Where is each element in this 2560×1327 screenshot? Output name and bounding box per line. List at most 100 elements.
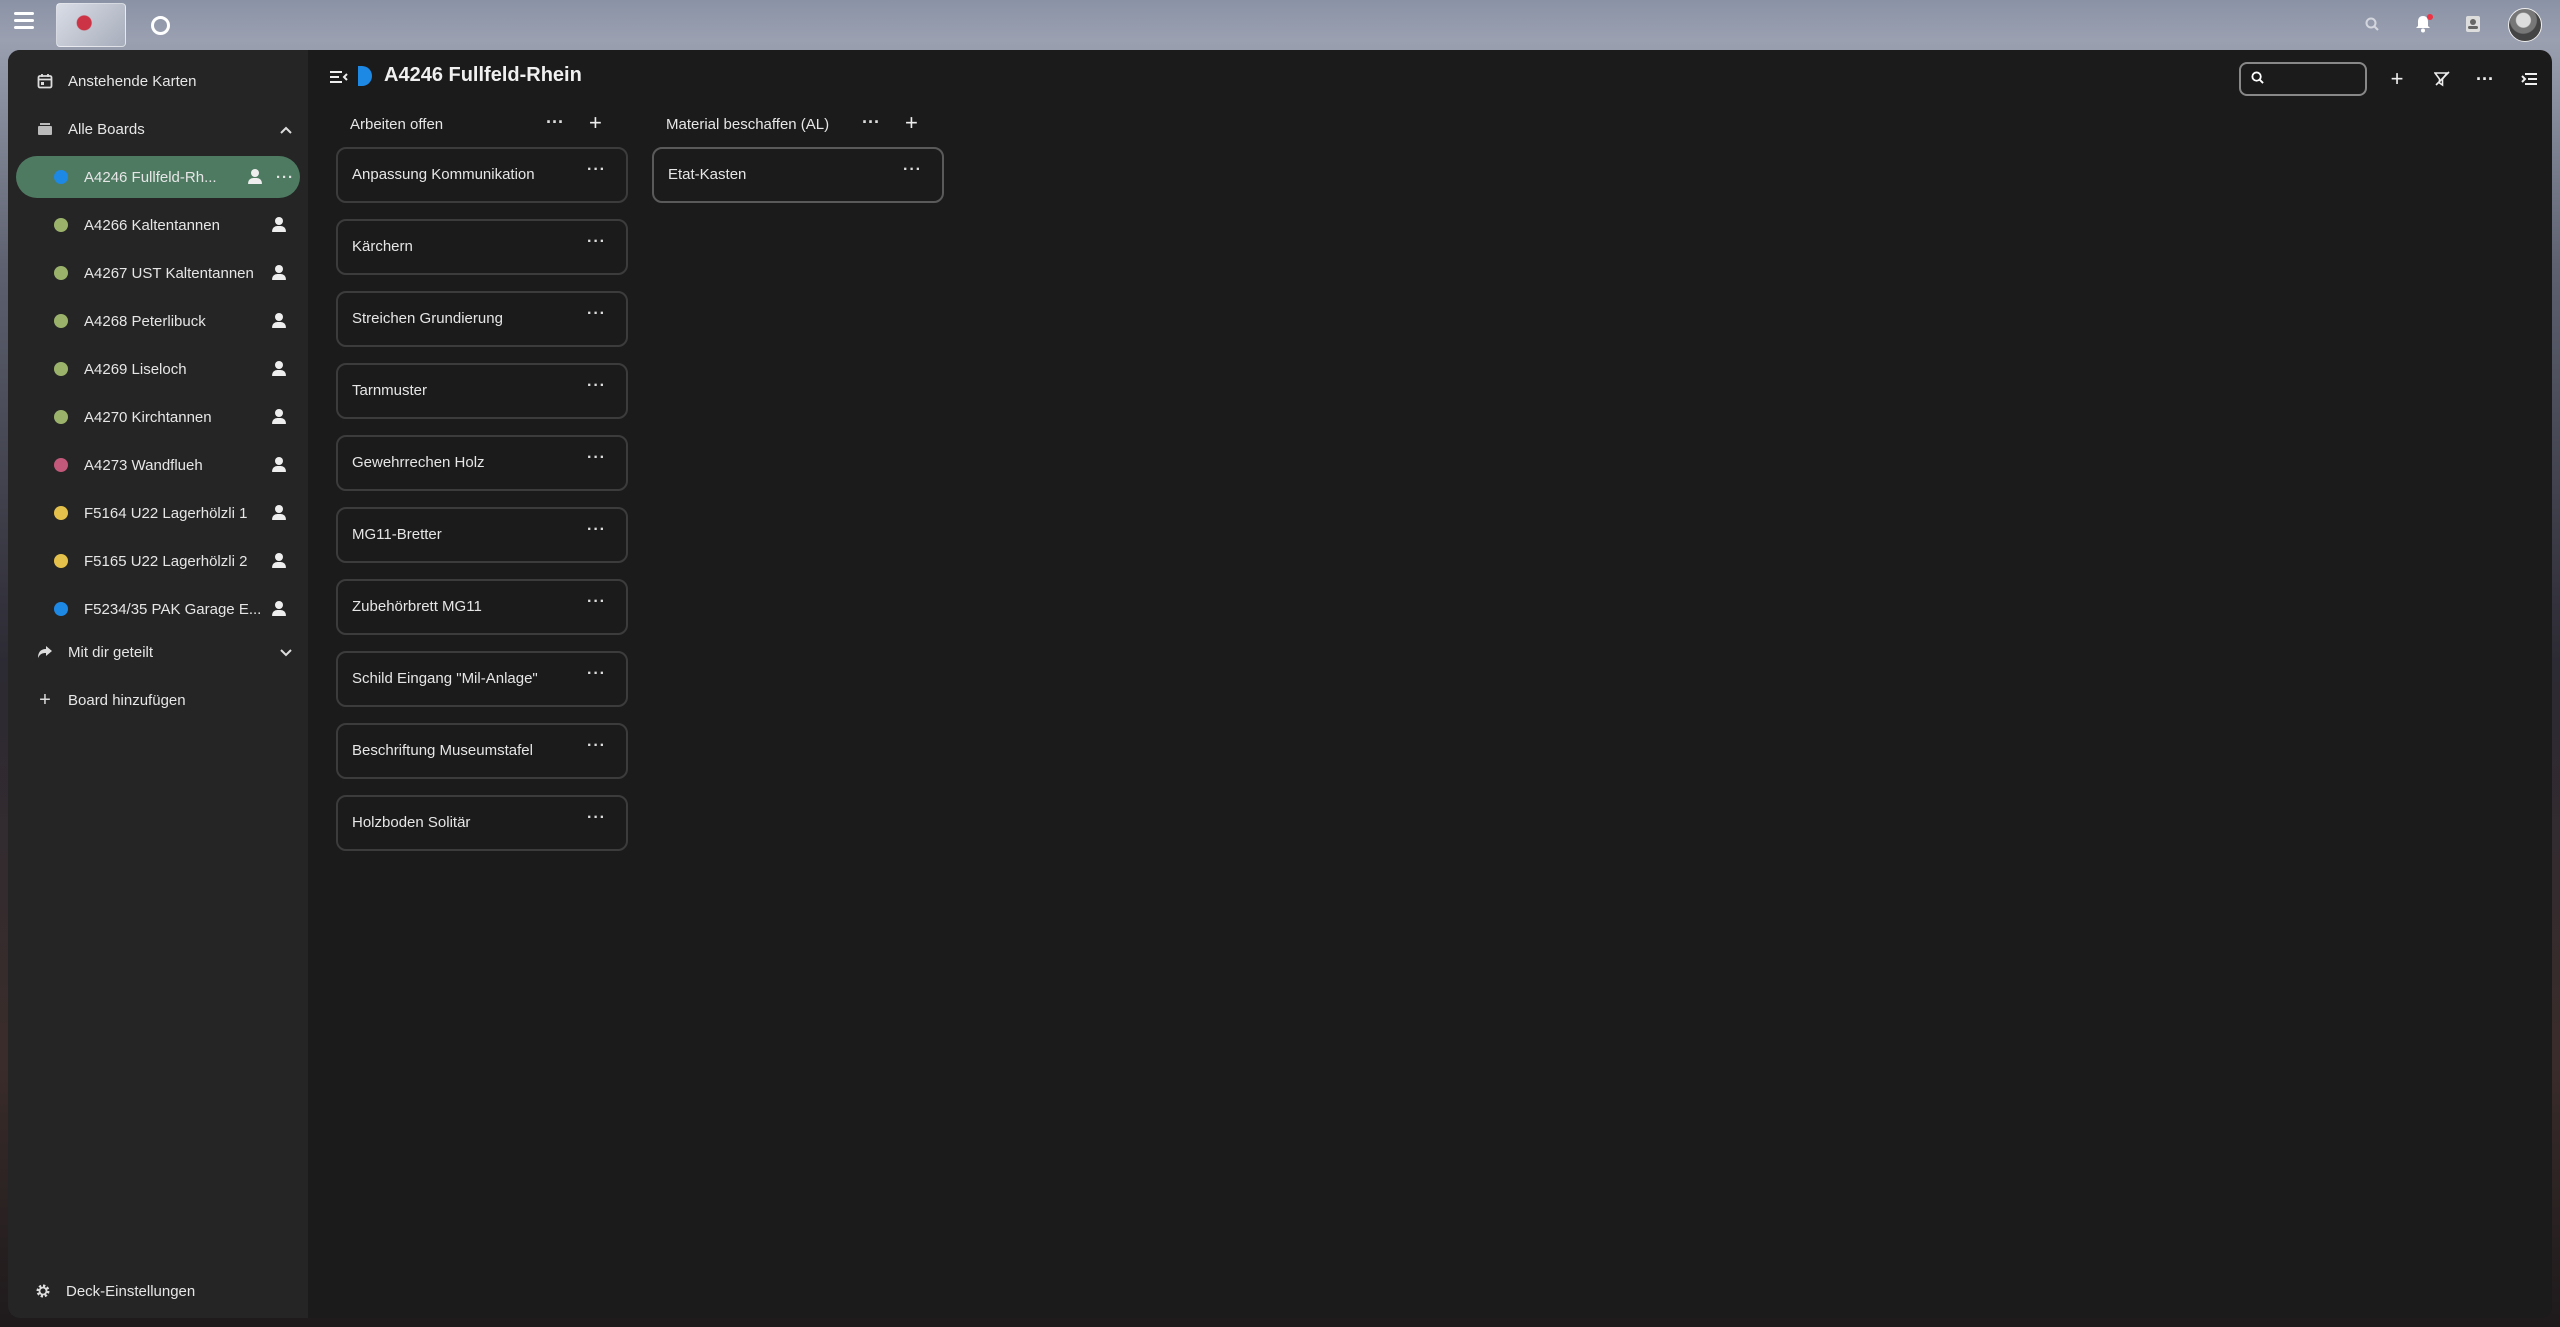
board-color-dot (54, 218, 68, 232)
card[interactable]: Kärchern ··· (336, 219, 628, 275)
shared-user-icon[interactable] (264, 217, 294, 233)
card[interactable]: Beschriftung Museumstafel ··· (336, 723, 628, 779)
sidebar-item-label: Anstehende Karten (68, 72, 197, 90)
card-title: Anpassung Kommunikation (352, 166, 535, 183)
card[interactable]: Anpassung Kommunikation ··· (336, 147, 628, 203)
card-more-icon[interactable]: ··· (587, 737, 606, 755)
chevron-down-icon[interactable] (272, 644, 300, 660)
sidebar-board-item[interactable]: A4266 Kaltentannen (16, 204, 300, 246)
board-color-dot (54, 506, 68, 520)
board-more-icon[interactable]: ··· (270, 169, 300, 186)
board-label: A4270 Kirchtannen (84, 408, 212, 426)
sidebar: Anstehende Karten Alle Boards A4246 Full… (8, 50, 308, 1318)
sidebar-board-item[interactable]: A4246 Fullfeld-Rh... ··· (16, 156, 300, 198)
top-header (0, 0, 2560, 50)
sidebar-board-item[interactable]: F5164 U22 Lagerhölzli 1 (16, 492, 300, 534)
card-more-icon[interactable]: ··· (587, 305, 606, 323)
board-color-dot (54, 362, 68, 376)
board-label: F5164 U22 Lagerhölzli 1 (84, 504, 248, 522)
board-label: F5165 U22 Lagerhölzli 2 (84, 552, 248, 570)
filter-icon[interactable] (2427, 64, 2457, 94)
board-label: A4266 Kaltentannen (84, 216, 220, 234)
stack-more-icon[interactable]: ··· (546, 112, 564, 133)
stack-title[interactable]: Material beschaffen (AL) (666, 116, 829, 133)
add-card-button[interactable]: + (589, 110, 602, 136)
sidebar-toggle-icon[interactable] (330, 70, 348, 86)
deck-settings-button[interactable]: Deck-Einstellungen (16, 1270, 300, 1312)
chevron-up-icon[interactable] (272, 121, 300, 137)
card-more-icon[interactable]: ··· (587, 233, 606, 251)
sidebar-board-item[interactable]: F5165 U22 Lagerhölzli 2 (16, 540, 300, 582)
card-more-icon[interactable]: ··· (903, 161, 922, 179)
sidebar-board-item[interactable]: A4270 Kirchtannen (16, 396, 300, 438)
card-title: Schild Eingang "Mil-Anlage" (352, 670, 538, 687)
shared-user-icon[interactable] (264, 265, 294, 281)
page-title: A4246 Fullfeld-Rhein (384, 64, 582, 86)
avatar[interactable] (2508, 8, 2542, 42)
card-more-icon[interactable]: ··· (587, 449, 606, 467)
card-title: Kärchern (352, 238, 413, 255)
add-board-button[interactable]: + Board hinzufügen (16, 679, 300, 721)
sidebar-item-shared[interactable]: Mit dir geteilt (16, 631, 300, 673)
contacts-icon[interactable] (2463, 14, 2483, 34)
sidebar-item-upcoming[interactable]: Anstehende Karten (16, 60, 300, 102)
board-color-dot (54, 602, 68, 616)
sidebar-item-all-boards[interactable]: Alle Boards (16, 108, 300, 150)
stack-more-icon[interactable]: ··· (862, 112, 880, 133)
plus-icon: + (39, 688, 51, 711)
board-color-dot (54, 314, 68, 328)
board-label: A4246 Fullfeld-Rh... (84, 168, 217, 186)
stack-material-beschaffen: Material beschaffen (AL) ··· + Etat-Kast… (652, 106, 944, 203)
card-title: Zubehörbrett MG11 (352, 598, 482, 615)
card-more-icon[interactable]: ··· (587, 377, 606, 395)
add-stack-button[interactable]: + (2382, 64, 2412, 94)
sidebar-board-item[interactable]: A4267 UST Kaltentannen (16, 252, 300, 294)
board-label: F5234/35 PAK Garage E... (84, 600, 262, 618)
card-more-icon[interactable]: ··· (587, 665, 606, 683)
card[interactable]: MG11-Bretter ··· (336, 507, 628, 563)
shared-user-icon[interactable] (264, 409, 294, 425)
shared-user-icon[interactable] (264, 553, 294, 569)
card[interactable]: Gewehrrechen Holz ··· (336, 435, 628, 491)
share-icon (34, 645, 56, 659)
more-actions-icon[interactable]: ··· (2470, 64, 2500, 94)
gear-icon (32, 1283, 54, 1299)
add-card-button[interactable]: + (905, 110, 918, 136)
shared-user-icon[interactable] (240, 169, 270, 185)
app-circle-icon[interactable] (151, 16, 170, 35)
sidebar-board-item[interactable]: A4269 Liseloch (16, 348, 300, 390)
shared-user-icon[interactable] (264, 457, 294, 473)
menu-icon[interactable] (14, 12, 34, 32)
card-more-icon[interactable]: ··· (587, 521, 606, 539)
card-more-icon[interactable]: ··· (587, 161, 606, 179)
search-icon[interactable] (2362, 14, 2382, 34)
sidebar-board-item[interactable]: A4273 Wandflueh (16, 444, 300, 486)
calendar-icon (34, 73, 56, 89)
card[interactable]: Holzboden Solitär ··· (336, 795, 628, 851)
search-input[interactable] (2269, 68, 2363, 92)
search-field[interactable] (2239, 62, 2367, 96)
card[interactable]: Schild Eingang "Mil-Anlage" ··· (336, 651, 628, 707)
card-more-icon[interactable]: ··· (587, 593, 606, 611)
card-more-icon[interactable]: ··· (587, 809, 606, 827)
card[interactable]: Streichen Grundierung ··· (336, 291, 628, 347)
board-header: A4246 Fullfeld-Rhein + ··· (308, 50, 2552, 106)
stack-header: Arbeiten offen ··· + (336, 106, 628, 146)
stack-arbeiten-offen: Arbeiten offen ··· + Anpassung Kommunika… (336, 106, 628, 851)
details-toggle-icon[interactable] (2514, 64, 2544, 94)
sidebar-board-item[interactable]: A4268 Peterlibuck (16, 300, 300, 342)
shared-user-icon[interactable] (264, 601, 294, 617)
sidebar-item-label: Alle Boards (68, 120, 145, 138)
card[interactable]: Tarnmuster ··· (336, 363, 628, 419)
shared-user-icon[interactable] (264, 313, 294, 329)
notifications-icon[interactable] (2413, 14, 2433, 34)
board-color-dot (54, 554, 68, 568)
logo[interactable] (56, 3, 126, 47)
card[interactable]: Etat-Kasten ··· (652, 147, 944, 203)
shared-user-icon[interactable] (264, 361, 294, 377)
stack-title[interactable]: Arbeiten offen (350, 116, 443, 133)
card[interactable]: Zubehörbrett MG11 ··· (336, 579, 628, 635)
card-title: Beschriftung Museumstafel (352, 742, 533, 759)
shared-user-icon[interactable] (264, 505, 294, 521)
sidebar-board-item[interactable]: F5234/35 PAK Garage E... (16, 588, 300, 630)
